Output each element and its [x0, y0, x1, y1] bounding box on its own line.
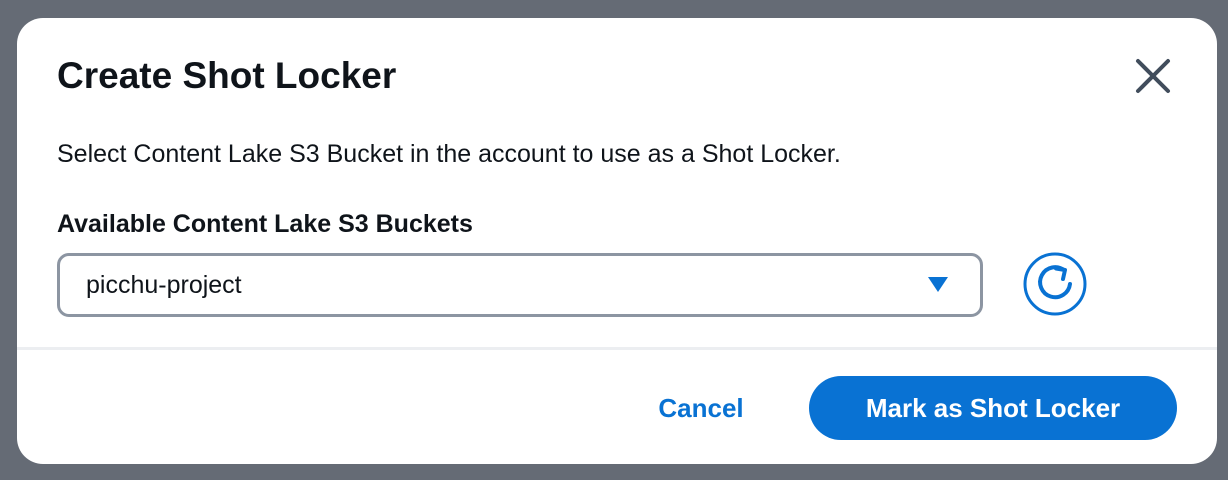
bucket-select[interactable]: picchu-project [57, 253, 983, 317]
dialog-title: Create Shot Locker [57, 55, 397, 96]
close-icon [1136, 59, 1170, 93]
dialog-description: Select Content Lake S3 Bucket in the acc… [57, 140, 841, 168]
create-shot-locker-dialog: Create Shot Locker Select Content Lake S… [17, 18, 1217, 464]
refresh-icon [1023, 252, 1087, 316]
cancel-button[interactable]: Cancel [631, 376, 771, 440]
bucket-field-label: Available Content Lake S3 Buckets [57, 210, 473, 238]
bucket-select-value: picchu-project [86, 271, 242, 299]
refresh-button[interactable] [1023, 252, 1087, 316]
caret-down-icon [928, 277, 948, 292]
mark-as-shot-locker-button[interactable]: Mark as Shot Locker [809, 376, 1177, 440]
close-button[interactable] [1129, 52, 1177, 100]
footer-divider [17, 347, 1217, 350]
